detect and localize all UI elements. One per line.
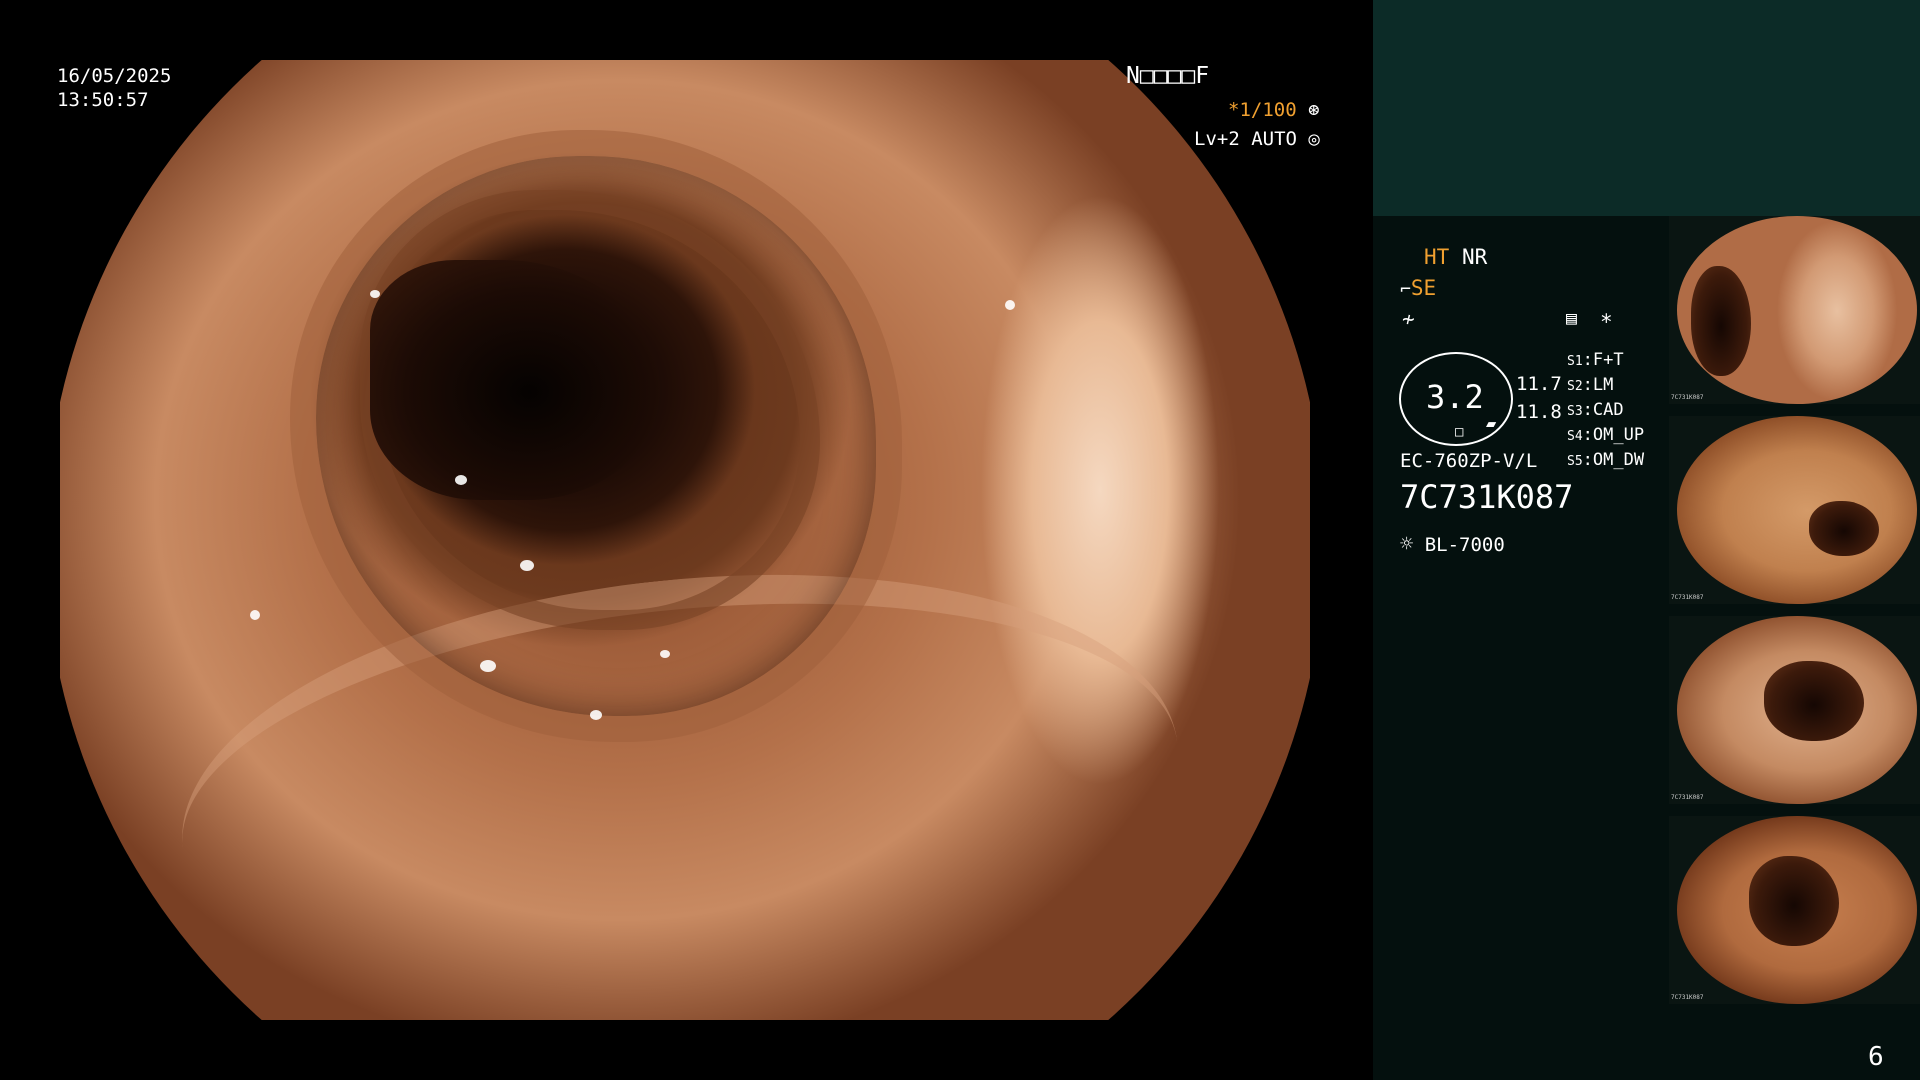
light-reflection bbox=[520, 560, 534, 571]
thumbnail-image bbox=[1677, 416, 1917, 604]
iris-level: Lv+2 AUTO ◎ bbox=[1194, 128, 1320, 150]
scope-model: EC-760ZP-V/L bbox=[1400, 450, 1538, 472]
sidebar-header-band bbox=[1373, 0, 1920, 216]
mode-code: N□□□□F bbox=[1126, 63, 1210, 89]
switch-s4: S4:OM_UP bbox=[1567, 425, 1645, 445]
scope-serial: 7C731K087 bbox=[1400, 478, 1574, 516]
light-source-icon: ☼ bbox=[1400, 532, 1414, 557]
enhancement-status: HT NR bbox=[1424, 245, 1488, 269]
thumbnail-lumen bbox=[1809, 501, 1879, 556]
zoom-value: 3.2 bbox=[1426, 378, 1484, 416]
capture-thumbnail[interactable]: 7C731K087 bbox=[1669, 816, 1920, 1004]
switch-s1: S1:F+T bbox=[1567, 350, 1624, 370]
gauge-bar-icon: ▰ bbox=[1486, 414, 1497, 434]
readout-2: 11.8 bbox=[1516, 401, 1562, 423]
gauge-square-icon: □ bbox=[1455, 424, 1464, 440]
capture-thumbnail[interactable]: 7C731K087 bbox=[1669, 416, 1920, 604]
thumbnail-lumen bbox=[1749, 856, 1839, 946]
structure-enhancement: ⌐SE bbox=[1400, 276, 1437, 300]
switch-s5: S5:OM_DW bbox=[1567, 450, 1645, 470]
thumbnail-serial: 7C731K087 bbox=[1671, 994, 1704, 1001]
capture-thumbnail[interactable]: 7C731K087 bbox=[1669, 216, 1920, 404]
light-reflection bbox=[590, 710, 602, 720]
light-reflection bbox=[660, 650, 670, 658]
auto-iris-icon: ◎ bbox=[1308, 128, 1320, 150]
shutter-icon: ⊛ bbox=[1308, 99, 1320, 121]
switch-s3: S3:CAD bbox=[1567, 400, 1624, 420]
thumbnail-lumen bbox=[1691, 266, 1751, 376]
switch-s2: S2:LM bbox=[1567, 375, 1614, 395]
thumbnail-serial: 7C731K087 bbox=[1671, 794, 1704, 801]
exam-date: 16/05/2025 bbox=[57, 65, 172, 87]
light-reflection bbox=[480, 660, 496, 672]
light-reflection bbox=[370, 290, 380, 298]
capture-thumbnail[interactable]: 7C731K087 bbox=[1669, 616, 1920, 804]
light-reflection bbox=[1005, 300, 1015, 310]
thumbnail-lumen bbox=[1764, 661, 1864, 741]
shutter-speed: *1/100 ⊛ bbox=[1228, 99, 1320, 121]
asterisk-indicator: * bbox=[1600, 310, 1613, 334]
light-reflection bbox=[455, 475, 467, 485]
capture-count: 6 bbox=[1868, 1042, 1884, 1072]
readout-1: 11.7 bbox=[1516, 373, 1562, 395]
light-reflection bbox=[250, 610, 260, 620]
light-source: ☼ BL-7000 bbox=[1400, 532, 1505, 557]
exam-time: 13:50:57 bbox=[57, 89, 149, 111]
thumbnail-serial: 7C731K087 bbox=[1671, 394, 1704, 401]
endoscopy-view bbox=[60, 60, 1310, 1062]
color-tone-icon: ≁ bbox=[1402, 307, 1415, 331]
thumbnail-serial: 7C731K087 bbox=[1671, 594, 1704, 601]
structure-icon: ⌐ bbox=[1400, 279, 1411, 300]
settings-icon: ▤ bbox=[1566, 308, 1577, 329]
